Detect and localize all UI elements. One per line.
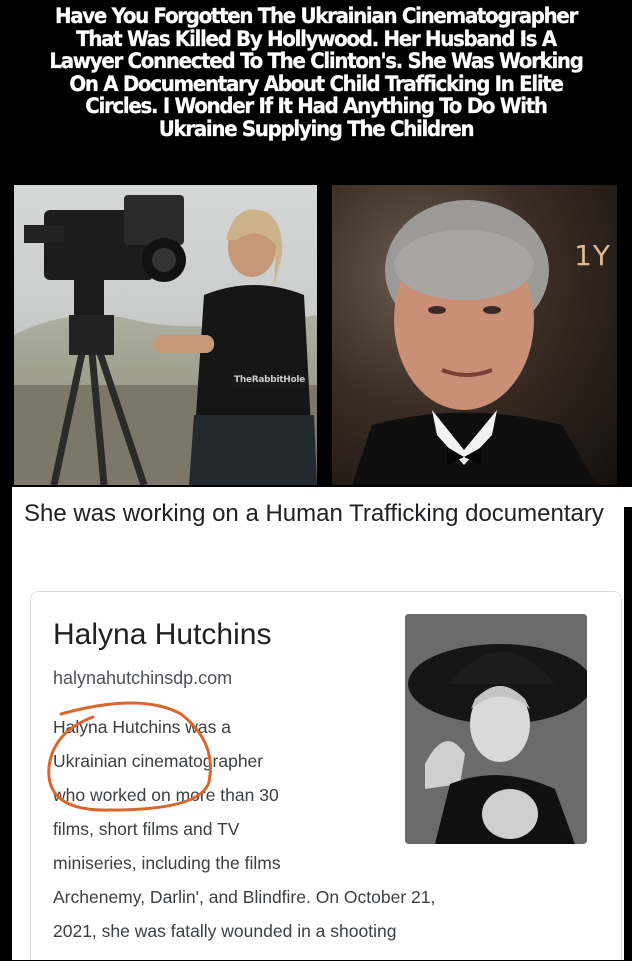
- headline-line: Have You Forgotten The Ukrainian Cinemat…: [54, 4, 579, 29]
- corner-text: 1Y: [574, 239, 611, 272]
- card-border: [624, 507, 632, 960]
- actor-photo: 1Y: [332, 185, 617, 485]
- profile-photo[interactable]: [405, 614, 587, 844]
- headline-line: Circles. I Wonder If It Had Anything To …: [85, 94, 548, 120]
- description-line: miniseries, including the films: [53, 853, 281, 873]
- headline-line: That Was Killed By Hollywood. Her Husban…: [76, 26, 557, 52]
- panel-title[interactable]: Halyna Hutchins: [53, 618, 271, 652]
- intro-text: She was working on a Human Trafficking d…: [24, 500, 604, 527]
- description-line: Archenemy, Darlin', and Blindfire. On Oc…: [53, 887, 436, 907]
- card-border: [0, 487, 12, 960]
- knowledge-panel: Halyna Hutchins halynahutchinsdp.com Hal…: [30, 591, 622, 960]
- photo-panel: TheRabbitHole 1Y: [0, 185, 632, 487]
- headline-line: Ukraine Supplying The Children: [158, 116, 475, 142]
- meme-headline: Have You Forgotten The Ukrainian Cinemat…: [25, 0, 607, 185]
- watermark-text: TheRabbitHole: [232, 375, 307, 385]
- description-line: 2021, she was fatally wounded in a shoot…: [53, 921, 397, 941]
- headline-line: Lawyer Connected To The Clinton's. She W…: [49, 49, 584, 75]
- cinematographer-photo: TheRabbitHole: [14, 185, 317, 485]
- panel-url[interactable]: halynahutchinsdp.com: [53, 668, 232, 689]
- search-result-screenshot: She was working on a Human Trafficking d…: [0, 487, 632, 960]
- headline-line: On A Documentary About Child Trafficking…: [69, 71, 564, 97]
